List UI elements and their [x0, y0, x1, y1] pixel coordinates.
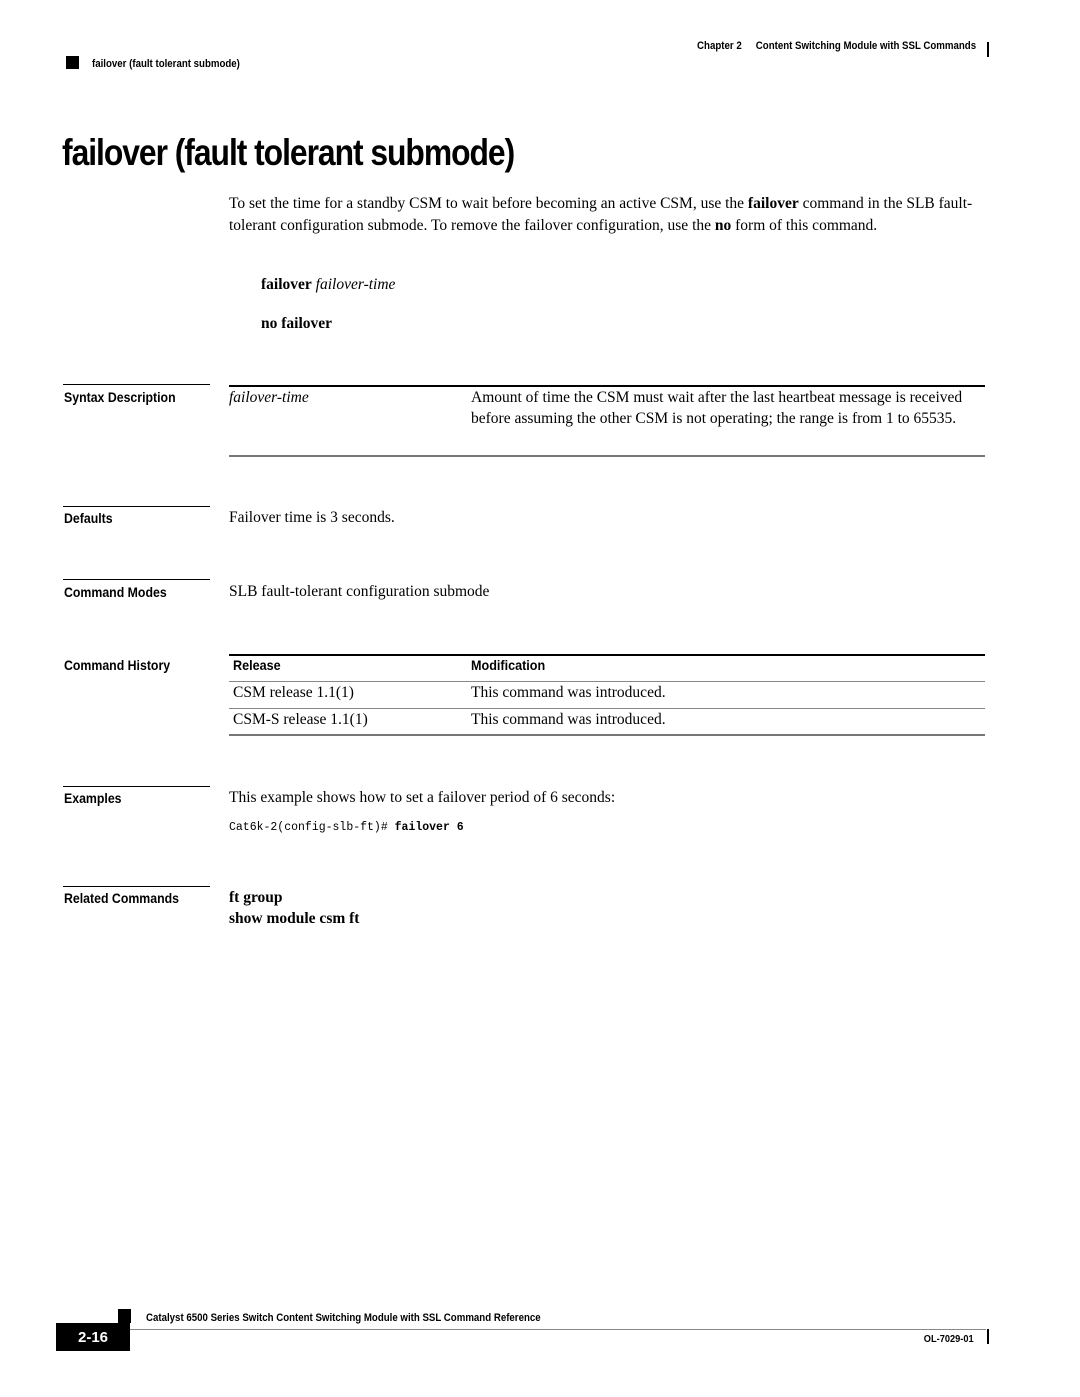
related-command-link[interactable]: ft group [229, 889, 283, 907]
footer-rule [130, 1329, 986, 1330]
release-cell: CSM release 1.1(1) [233, 684, 354, 701]
syntax-keyword: failover [261, 276, 312, 293]
chapter-label: Chapter 2 [696, 40, 742, 52]
intro-text: To set the time for a standby CSM to wai… [229, 195, 748, 212]
section-label-command-history: Command History [64, 657, 171, 673]
example-description: This example shows how to set a failover… [229, 789, 616, 806]
section-label-examples: Examples [64, 790, 122, 806]
table-top-rule [229, 654, 985, 656]
cli-prompt: Cat6k-2(config-slb-ft)# [229, 821, 395, 834]
command-modes-text: SLB fault-tolerant configuration submode [229, 583, 490, 600]
header-square-marker [66, 56, 79, 69]
table-bottom-rule [229, 734, 985, 736]
release-cell: CSM-S release 1.1(1) [233, 711, 368, 728]
section-rule [63, 786, 210, 787]
table-row-rule [229, 708, 985, 709]
section-label-related-commands: Related Commands [64, 890, 180, 906]
table-bottom-rule [229, 455, 985, 457]
syntax-description-cell: Amount of time the CSM must wait after t… [471, 389, 963, 427]
section-label-command-modes: Command Modes [64, 584, 167, 600]
table-header-release: Release [233, 657, 281, 673]
running-header-chapter: Chapter 2 Content Switching Module with S… [697, 40, 976, 52]
section-label-defaults: Defaults [64, 510, 113, 526]
section-rule [63, 579, 210, 580]
intro-command-keyword: failover [747, 195, 799, 212]
example-code: Cat6k-2(config-slb-ft)# failover 6 [229, 821, 464, 834]
section-label-syntax-description: Syntax Description [64, 389, 176, 405]
syntax-argument-cell: failover-time [229, 389, 309, 406]
cli-command: failover 6 [394, 821, 464, 834]
section-rule [63, 506, 210, 507]
command-syntax: failover failover-time [261, 276, 395, 294]
document-number: OL-7029-01 [924, 1333, 974, 1345]
table-header-modification: Modification [471, 657, 546, 673]
header-bar-marker [987, 42, 989, 57]
footer-bar-marker [987, 1329, 989, 1344]
table-row-rule [229, 681, 985, 682]
running-header-section: failover (fault tolerant submode) [92, 58, 240, 70]
no-form-syntax: no failover [261, 315, 333, 332]
section-rule [63, 384, 210, 385]
page-number: 2-16 [56, 1323, 130, 1351]
footer-square-marker [118, 1309, 131, 1323]
page-title: failover (fault tolerant submode) [62, 132, 515, 173]
intro-text: form of this command. [731, 216, 878, 234]
related-command-link[interactable]: show module csm ft [229, 910, 359, 928]
defaults-text: Failover time is 3 seconds. [229, 509, 395, 526]
syntax-argument: failover-time [315, 276, 396, 293]
footer-book-title: Catalyst 6500 Series Switch Content Swit… [146, 1312, 541, 1324]
modification-cell: This command was introduced. [471, 684, 666, 701]
chapter-title: Content Switching Module with SSL Comman… [755, 40, 976, 52]
intro-paragraph: To set the time for a standby CSM to wai… [229, 193, 989, 236]
intro-no-keyword: no [714, 216, 732, 234]
modification-cell: This command was introduced. [471, 711, 666, 728]
section-rule [63, 886, 210, 887]
